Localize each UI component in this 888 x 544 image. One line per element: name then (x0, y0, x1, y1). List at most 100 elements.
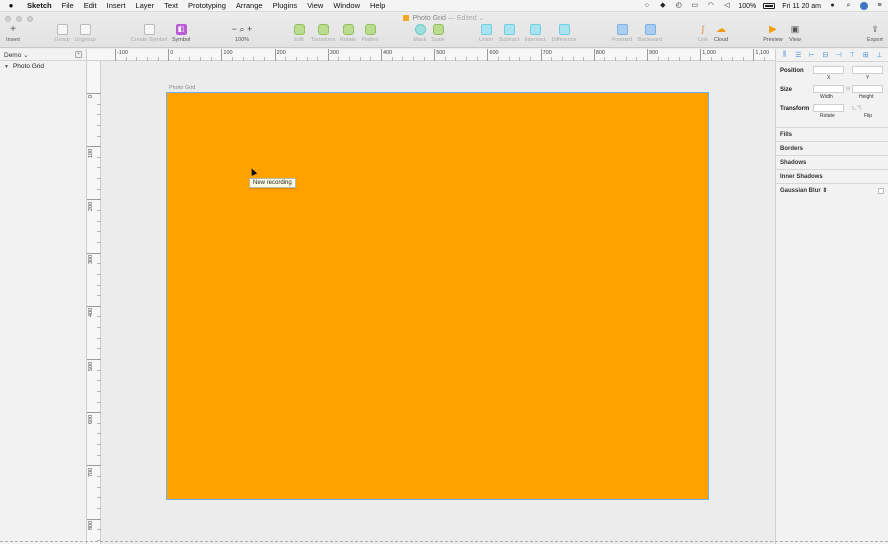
lock-ratio-icon[interactable]: ⊡ (846, 86, 850, 92)
align-bottom-icon[interactable]: ⊥ (875, 51, 883, 59)
siri-icon[interactable] (860, 2, 868, 10)
align-right-icon[interactable]: ⊣ (835, 51, 843, 59)
menu-prototyping[interactable]: Prototyping (183, 1, 231, 10)
menu-view[interactable]: View (302, 1, 328, 10)
zoom-control[interactable]: − ⌕ + 100% (226, 24, 258, 43)
insert-button[interactable]: + Insert (4, 24, 22, 43)
align-center-icon[interactable]: ⊟ (821, 51, 829, 59)
ruler-label: 300 (88, 255, 94, 265)
transform-row: Transform ◺ ◹ Rotate Flip (776, 100, 888, 119)
ruler-major-tick (87, 93, 101, 94)
layer-name: Photo Grid (12, 63, 45, 70)
fills-section[interactable]: Fills (776, 127, 888, 141)
menu-edit[interactable]: Edit (79, 1, 102, 10)
ruler-label: 500 (88, 361, 94, 371)
battery-percent: 100% (738, 2, 757, 10)
link-button[interactable]: ∫ Link (696, 24, 710, 43)
volume-icon[interactable]: ◁ (722, 2, 731, 10)
artboard[interactable] (166, 92, 709, 500)
apple-menu-icon[interactable]: ● (0, 1, 22, 10)
menu-app-sketch[interactable]: Sketch (22, 1, 57, 10)
mask-button[interactable]: Mask (412, 24, 428, 43)
menu-layer[interactable]: Layer (130, 1, 159, 10)
alignment-bar: ⫼ ☰ ⊢ ⊟ ⊣ ⊤ ⊞ ⊥ (776, 49, 888, 62)
edit-icon (293, 24, 305, 35)
flip-buttons[interactable]: ◺ ◹ (852, 104, 883, 112)
time-machine-icon[interactable]: ◴ (674, 2, 683, 10)
menu-arrange[interactable]: Arrange (231, 1, 268, 10)
borders-section[interactable]: Borders (776, 141, 888, 155)
sketch-document-icon (403, 15, 410, 21)
ungroup-button[interactable]: Ungroup (73, 24, 97, 43)
transform-button[interactable]: Transform (309, 24, 337, 43)
menu-window[interactable]: Window (328, 1, 365, 10)
ruler-major-tick (487, 49, 489, 61)
vertical-ruler[interactable]: 0 100 200 300 400 500 600 700 800 (87, 61, 101, 544)
notification-center-icon[interactable]: ≡ (875, 2, 884, 10)
distribute-horizontal-icon[interactable]: ⫼ (781, 51, 789, 59)
artboard-title[interactable]: Photo Grid (169, 85, 195, 91)
ruler-label: 500 (436, 50, 446, 56)
inner-shadows-section[interactable]: Inner Shadows (776, 169, 888, 183)
align-top-icon[interactable]: ⊤ (848, 51, 856, 59)
shadows-section[interactable]: Shadows (776, 155, 888, 169)
forward-button[interactable]: Forward (611, 24, 633, 43)
wifi-icon[interactable]: ◠ (706, 2, 715, 10)
rotate-button[interactable]: Rotate (339, 24, 357, 43)
distribute-vertical-icon[interactable]: ☰ (794, 51, 802, 59)
subtract-icon (503, 24, 515, 35)
transform-icon (317, 24, 329, 35)
display-icon[interactable]: ▭ (690, 2, 699, 10)
cloud-button[interactable]: ☁ Cloud (712, 24, 730, 43)
preview-button[interactable]: ▶ Preview (762, 24, 784, 43)
align-left-icon[interactable]: ⊢ (808, 51, 816, 59)
edit-button[interactable]: Edit (292, 24, 306, 43)
document-title[interactable]: Photo Grid — Edited ⌄ (0, 14, 888, 22)
ruler-label: 400 (88, 308, 94, 318)
dropbox-icon[interactable]: ◆ (658, 2, 667, 10)
circle-status-icon[interactable]: ○ (642, 2, 651, 10)
flatten-icon (364, 24, 376, 35)
menu-insert[interactable]: Insert (102, 1, 131, 10)
height-field[interactable] (852, 85, 883, 93)
group-button[interactable]: Group (52, 24, 72, 43)
scale-button[interactable]: Scale (430, 24, 446, 43)
group-icon (56, 24, 68, 35)
subtract-button[interactable]: Subtract (497, 24, 521, 43)
gaussian-blur-section[interactable]: Gaussian Blur ⇕ (776, 183, 888, 197)
user-icon[interactable]: ● (828, 2, 837, 10)
menu-text[interactable]: Text (159, 1, 183, 10)
align-middle-icon[interactable]: ⊞ (862, 51, 870, 59)
x-field[interactable] (813, 66, 844, 74)
gaussian-blur-checkbox[interactable] (878, 188, 884, 194)
backward-button[interactable]: Backward (637, 24, 663, 43)
create-symbol-button[interactable]: Create Symbol (130, 24, 168, 43)
width-field[interactable] (813, 85, 844, 93)
difference-button[interactable]: Difference (550, 24, 578, 43)
battery-icon[interactable] (763, 3, 776, 9)
menu-file[interactable]: File (57, 1, 79, 10)
menu-help[interactable]: Help (365, 1, 390, 10)
ruler-label: 300 (329, 50, 339, 56)
menu-plugins[interactable]: Plugins (268, 1, 303, 10)
view-button[interactable]: ▣ View (787, 24, 803, 43)
export-button[interactable]: ⇪ Export (865, 24, 885, 43)
disclosure-triangle-icon[interactable]: ▼ (4, 64, 9, 70)
ruler-major-tick (700, 49, 702, 61)
union-button[interactable]: Union (478, 24, 494, 43)
position-label: Position (780, 68, 804, 74)
clock[interactable]: Fri 11 20 am (782, 3, 821, 10)
symbol-button[interactable]: ◧ Symbol (170, 24, 192, 43)
flatten-button[interactable]: Flatten (360, 24, 380, 43)
horizontal-ruler[interactable]: -100 0 100 200 300 400 500 600 700 800 900 1,000 1,1… (87, 49, 775, 61)
ruler-label: 100 (88, 148, 94, 158)
window-bottom-edge (0, 541, 888, 542)
intersect-button[interactable]: Intersect (523, 24, 547, 43)
spotlight-search-icon[interactable]: ⌕ (844, 2, 853, 10)
y-field[interactable] (852, 66, 883, 74)
rotate-field[interactable] (813, 104, 844, 112)
ruler-label: 0 (88, 95, 94, 99)
add-page-button[interactable]: + (75, 51, 82, 58)
layer-row-artboard[interactable]: ▼ Photo Grid (0, 61, 86, 72)
page-selector[interactable]: Demo ⌄ + (0, 49, 86, 61)
